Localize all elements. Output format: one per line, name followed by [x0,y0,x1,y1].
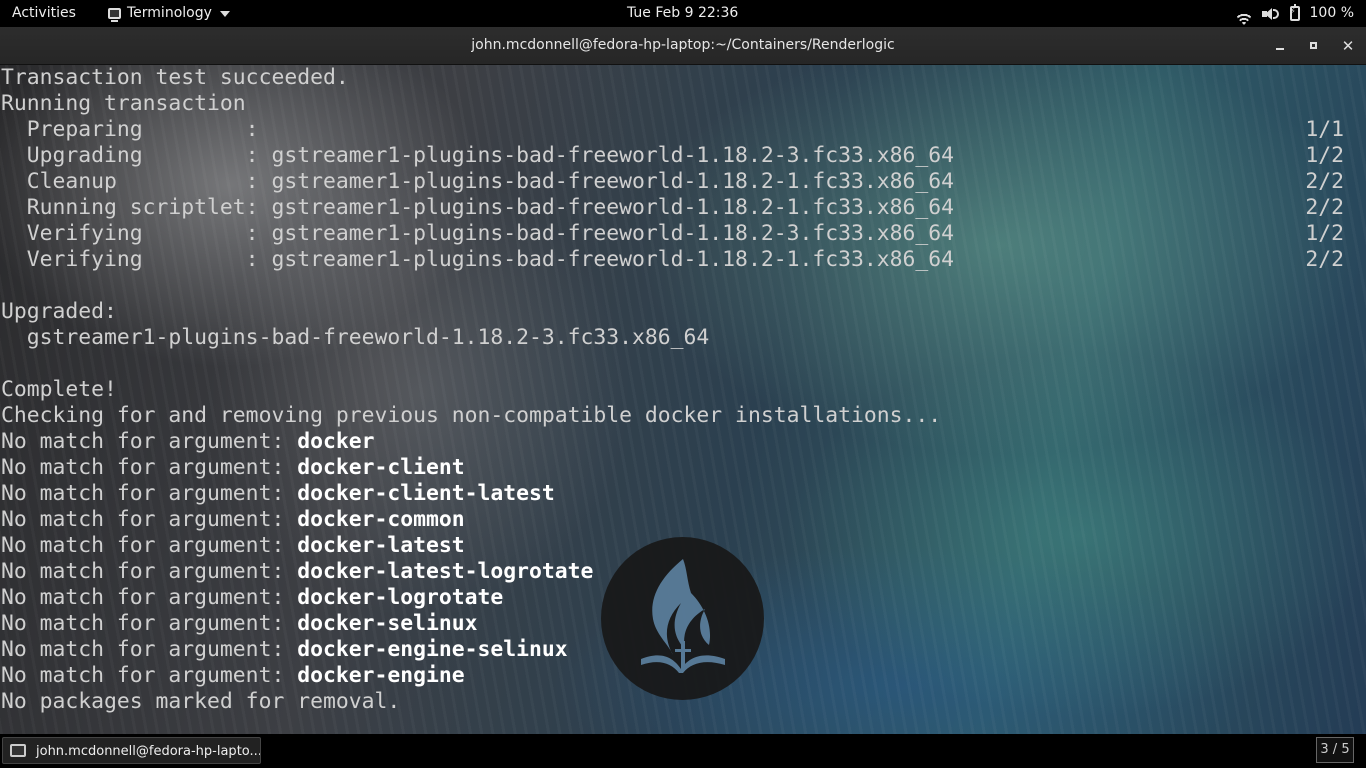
terminal-line-text: Complete! [1,377,117,402]
terminal-package-name: docker-latest-logrotate [297,559,594,584]
terminal-line-text: gstreamer1-plugins-bad-freeworld-1.18.2-… [1,325,710,350]
terminal-area[interactable]: Transaction test succeeded. Running trans… [0,65,1366,734]
taskbar-window-label: john.mcdonnell@fedora-hp-lapto... [36,744,261,759]
app-menu[interactable]: Terminology [108,0,230,27]
terminal-line-text: Verifying : gstreamer1-plugins-bad-freew… [1,221,954,246]
terminal-line-text: Cleanup : gstreamer1-plugins-bad-freewor… [1,169,954,194]
terminal-line-text: No match for argument: [1,663,298,688]
terminal-line: Running scriptlet: gstreamer1-plugins-ba… [1,195,954,221]
activities-button[interactable]: Activities [12,0,76,27]
terminal-line: Cleanup : gstreamer1-plugins-bad-freewor… [1,169,954,195]
window-title: john.mcdonnell@fedora-hp-laptop:~/Contai… [471,37,895,53]
bottom-panel: john.mcdonnell@fedora-hp-lapto... 3 / 5 [0,734,1366,768]
terminal-line: Complete! [1,377,117,403]
terminal-package-name: docker [297,429,375,454]
terminal-line-text: Verifying : gstreamer1-plugins-bad-freew… [1,247,954,272]
terminal-line: No match for argument: docker-selinux [1,611,478,637]
terminal-line: Verifying : gstreamer1-plugins-bad-freew… [1,247,954,273]
terminal-line: No match for argument: docker-client [1,455,465,481]
terminal-line-text: No match for argument: [1,533,298,558]
terminal-line-text: No match for argument: [1,637,298,662]
maximize-button[interactable] [1304,36,1324,56]
window-titlebar[interactable]: john.mcdonnell@fedora-hp-laptop:~/Contai… [0,27,1366,65]
close-button[interactable]: ✕ [1338,36,1358,56]
terminal-package-name: docker-engine [297,663,465,688]
terminal-line: No match for argument: docker-logrotate [1,585,503,611]
terminal-line-text: Checking for and removing previous non-c… [1,403,942,428]
terminal-package-name: docker-common [297,507,465,532]
terminal-line: Upgrading : gstreamer1-plugins-bad-freew… [1,143,954,169]
app-menu-label: Terminology [127,5,212,21]
terminal-line-text: No match for argument: [1,507,298,532]
terminal-line: No match for argument: docker-latest-log… [1,559,593,585]
terminal-line: Preparing : [1,117,259,143]
terminal-package-name: docker-client-latest [297,481,555,506]
terminal-line: No match for argument: docker-common [1,507,465,533]
chevron-down-icon [219,10,230,17]
terminal-line: Checking for and removing previous non-c… [1,403,941,429]
volume-icon [1261,7,1280,21]
terminal-package-name: docker-engine-selinux [297,637,568,662]
terminal-progress-count: 2/2 [1305,169,1344,194]
terminal-line-text: No match for argument: [1,455,298,480]
terminal-line: No match for argument: docker [1,429,374,455]
terminal-line: gstreamer1-plugins-bad-freeworld-1.18.2-… [1,325,710,351]
terminal-progress-count: 2/2 [1305,247,1344,272]
terminal-progress-count: 2/2 [1305,195,1344,220]
top-bar: Activities Terminology Tue Feb 9 22:36 1… [0,0,1366,27]
terminal-package-name: docker-logrotate [297,585,504,610]
terminal-line-text: Upgrading : gstreamer1-plugins-bad-freew… [1,143,954,168]
watermark-logo [601,537,764,700]
terminal-package-name: docker-selinux [297,611,478,636]
taskbar-window-button[interactable]: john.mcdonnell@fedora-hp-lapto... [2,737,261,764]
terminal-line: No match for argument: docker-engine-sel… [1,637,568,663]
terminal-package-name: docker-latest [297,533,465,558]
clock[interactable]: Tue Feb 9 22:36 [627,0,738,27]
workspace-indicator[interactable]: 3 / 5 [1316,737,1354,763]
terminal-icon [10,744,26,757]
terminal-line: No match for argument: docker-latest [1,533,465,559]
terminal-line-text: Running transaction [1,91,246,116]
terminal-line: No packages marked for removal. [1,689,400,715]
system-tray[interactable]: 100 % [1236,0,1354,27]
terminal-line: No match for argument: docker-engine [1,663,465,689]
terminal-line: Running transaction [1,91,246,117]
terminal-line-text: No match for argument: [1,585,298,610]
terminal-line-text: Upgraded: [1,299,117,324]
minimize-button[interactable] [1270,36,1290,56]
wifi-icon [1236,7,1252,21]
terminal-line-text: No match for argument: [1,481,298,506]
terminal-package-name: docker-client [297,455,465,480]
battery-percentage: 100 % [1309,5,1354,21]
terminal-line-text: Preparing : [1,117,259,142]
terminal-line-text: No match for argument: [1,611,298,636]
terminal-progress-count: 1/1 [1305,117,1344,142]
terminal-line: No match for argument: docker-client-lat… [1,481,555,507]
terminal-icon [108,8,121,22]
battery-icon [1289,4,1300,21]
terminal-line: Transaction test succeeded. [1,65,349,91]
terminal-line-text: Transaction test succeeded. [1,65,349,90]
terminal-progress-count: 1/2 [1305,143,1344,168]
terminal-line-text: Running scriptlet: gstreamer1-plugins-ba… [1,195,954,220]
terminal-progress-count: 1/2 [1305,221,1344,246]
terminal-line: Upgraded: [1,299,117,325]
terminal-line: Verifying : gstreamer1-plugins-bad-freew… [1,221,954,247]
terminal-line-text: No match for argument: [1,429,298,454]
terminal-line-text: No match for argument: [1,559,298,584]
terminal-line-text: No packages marked for removal. [1,689,401,714]
